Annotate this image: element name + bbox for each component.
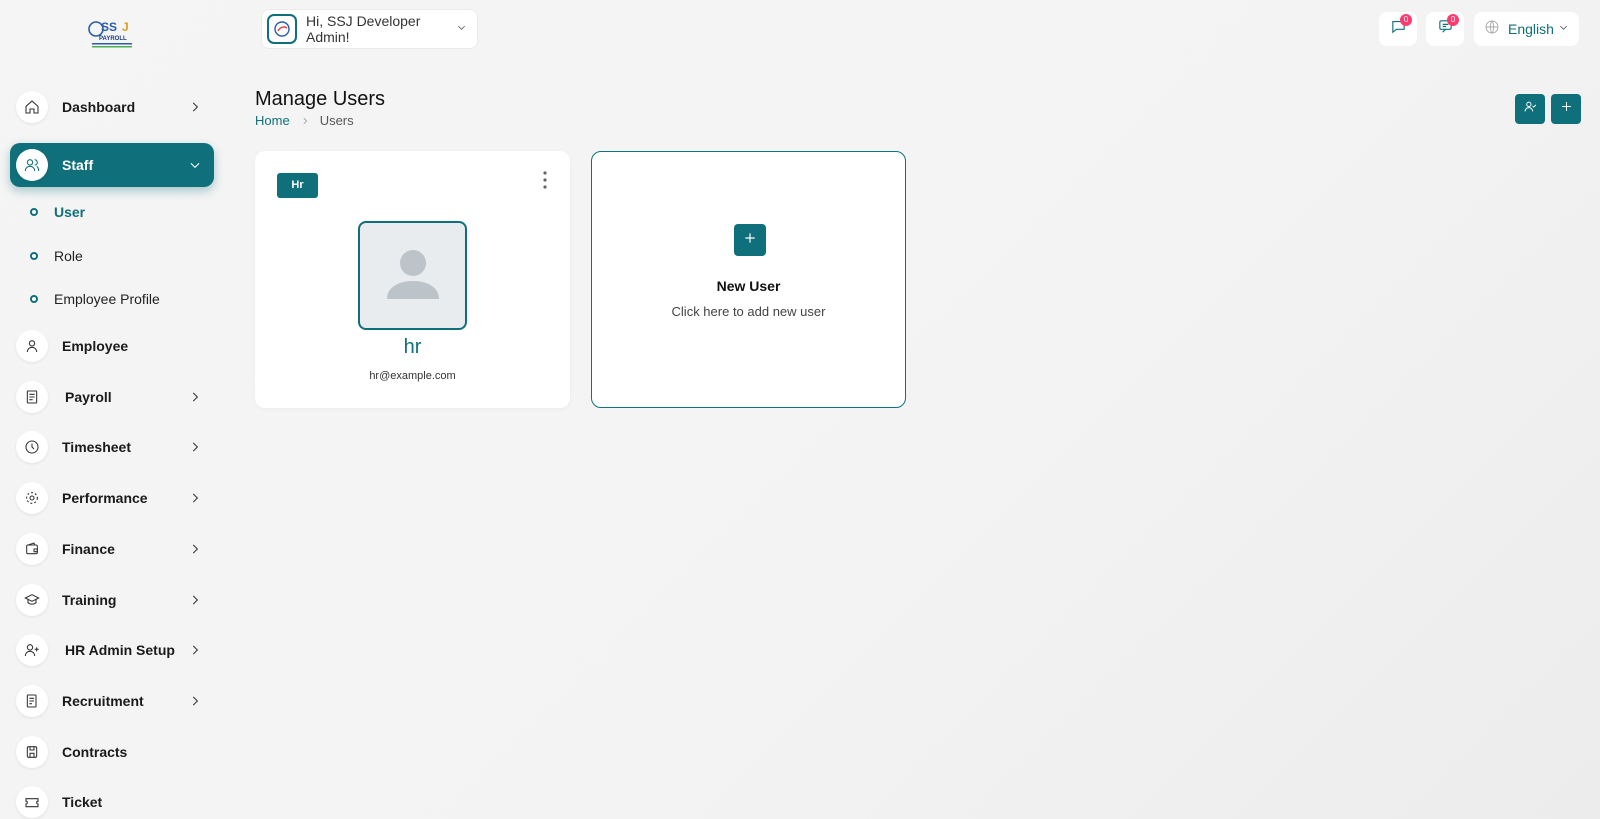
sidebar-item-payroll[interactable]: Payroll: [10, 375, 214, 419]
sidebar-item-label: Finance: [62, 541, 115, 557]
sidebar-subitem-label: Role: [54, 248, 83, 264]
user-plus-icon: [16, 634, 48, 666]
user-placeholder-icon: [383, 243, 443, 308]
chevron-down-icon: [456, 20, 467, 38]
chevron-right-icon: [188, 694, 202, 708]
globe-icon: [1484, 19, 1500, 40]
new-user-card[interactable]: New User Click here to add new user: [591, 151, 906, 408]
sidebar-item-label: Performance: [62, 490, 148, 506]
chevron-right-icon: [188, 491, 202, 505]
sidebar-item-contracts[interactable]: Contracts: [10, 730, 214, 774]
chevron-right-icon: [188, 440, 202, 454]
sidebar-subitem-label: User: [54, 204, 86, 220]
new-user-title: New User: [716, 278, 781, 294]
add-new-user-button[interactable]: [734, 224, 766, 256]
sidebar-item-hr-admin-setup[interactable]: HR Admin Setup: [10, 628, 214, 672]
plus-icon: [1560, 100, 1573, 118]
sidebar-item-timesheet[interactable]: Timesheet: [10, 425, 214, 469]
svg-text:PAYROLL: PAYROLL: [99, 36, 127, 42]
sidebar: SS J PAYROLL Dashboard Staff User Role E…: [0, 0, 225, 819]
page-title: Manage Users: [255, 88, 386, 110]
avatar: [267, 14, 297, 44]
messages-badge: 0: [1400, 14, 1412, 26]
sidebar-item-staff[interactable]: Staff: [10, 143, 214, 187]
breadcrumb-home-link[interactable]: Home: [255, 113, 290, 128]
sidebar-item-label: Dashboard: [62, 99, 136, 115]
graduation-cap-icon: [16, 584, 48, 616]
breadcrumb: Home Users: [255, 113, 354, 128]
bullet-icon: [30, 208, 38, 216]
bullet-icon: [30, 295, 38, 303]
new-user-subtitle: Click here to add new user: [671, 304, 826, 319]
user-avatar: [358, 221, 467, 330]
chevron-right-icon: [188, 593, 202, 607]
sidebar-subitem-label: Employee Profile: [54, 291, 160, 307]
wallet-icon: [16, 533, 48, 565]
sidebar-item-label: Training: [62, 592, 117, 608]
greeting-text: Hi, SSJ Developer Admin!: [306, 13, 421, 45]
sidebar-item-ticket[interactable]: Ticket: [10, 780, 214, 819]
document-icon: [16, 685, 48, 717]
sidebar-item-label: Recruitment: [62, 693, 144, 709]
user-check-icon: [1524, 100, 1537, 118]
more-options-button[interactable]: [538, 171, 552, 191]
sidebar-subitem-employee-profile[interactable]: Employee Profile: [30, 287, 160, 311]
performance-icon: [16, 482, 48, 514]
user-email: hr@example.com: [369, 370, 456, 382]
chevron-right-icon: [188, 643, 202, 657]
ticket-icon: [16, 786, 48, 818]
notifications-button[interactable]: 0: [1426, 12, 1464, 46]
role-badge: Hr: [277, 173, 318, 198]
sidebar-item-label: Timesheet: [62, 439, 131, 455]
user-menu[interactable]: Hi, SSJ Developer Admin!: [261, 9, 478, 49]
sidebar-item-label: Staff: [62, 157, 94, 173]
home-icon: [16, 91, 48, 123]
app-logo[interactable]: SS J PAYROLL: [86, 16, 138, 50]
add-user-button[interactable]: [1551, 94, 1581, 124]
sidebar-item-label: Employee: [62, 338, 129, 354]
sidebar-item-label: Ticket: [62, 794, 103, 810]
sidebar-item-label: Contracts: [62, 744, 128, 760]
messages-button[interactable]: 0: [1379, 12, 1417, 46]
chevron-right-icon: [188, 542, 202, 556]
chevron-right-icon: [300, 116, 310, 126]
user-icon: [16, 330, 48, 362]
sidebar-item-label: HR Admin Setup: [65, 642, 175, 658]
sidebar-subitem-role[interactable]: Role: [30, 244, 83, 268]
sidebar-item-employee[interactable]: Employee: [10, 324, 214, 368]
chevron-down-icon: [1558, 20, 1569, 38]
chevron-down-icon: [188, 158, 202, 172]
receipt-icon: [16, 381, 48, 413]
language-selector[interactable]: English: [1474, 12, 1579, 46]
kebab-menu-icon: [543, 171, 547, 191]
sidebar-item-training[interactable]: Training: [10, 578, 214, 622]
user-log-button[interactable]: [1515, 94, 1545, 124]
svg-text:J: J: [122, 20, 129, 34]
sidebar-item-label: Payroll: [65, 389, 112, 405]
users-icon: [16, 149, 48, 181]
clock-icon: [16, 431, 48, 463]
user-name: hr: [403, 336, 422, 358]
svg-text:SS: SS: [101, 20, 117, 34]
chevron-right-icon: [188, 100, 202, 114]
user-card: Hr hr hr@example.com: [255, 151, 570, 408]
bullet-icon: [30, 252, 38, 260]
chevron-right-icon: [188, 390, 202, 404]
plus-icon: [743, 231, 757, 250]
notifications-badge: 0: [1447, 14, 1459, 26]
save-icon: [16, 736, 48, 768]
sidebar-subitem-user[interactable]: User: [30, 200, 85, 224]
sidebar-item-recruitment[interactable]: Recruitment: [10, 679, 214, 723]
sidebar-item-dashboard[interactable]: Dashboard: [10, 85, 214, 129]
sidebar-item-finance[interactable]: Finance: [10, 527, 214, 571]
breadcrumb-current: Users: [319, 113, 354, 128]
sidebar-item-performance[interactable]: Performance: [10, 476, 214, 520]
language-label: English: [1508, 21, 1554, 37]
